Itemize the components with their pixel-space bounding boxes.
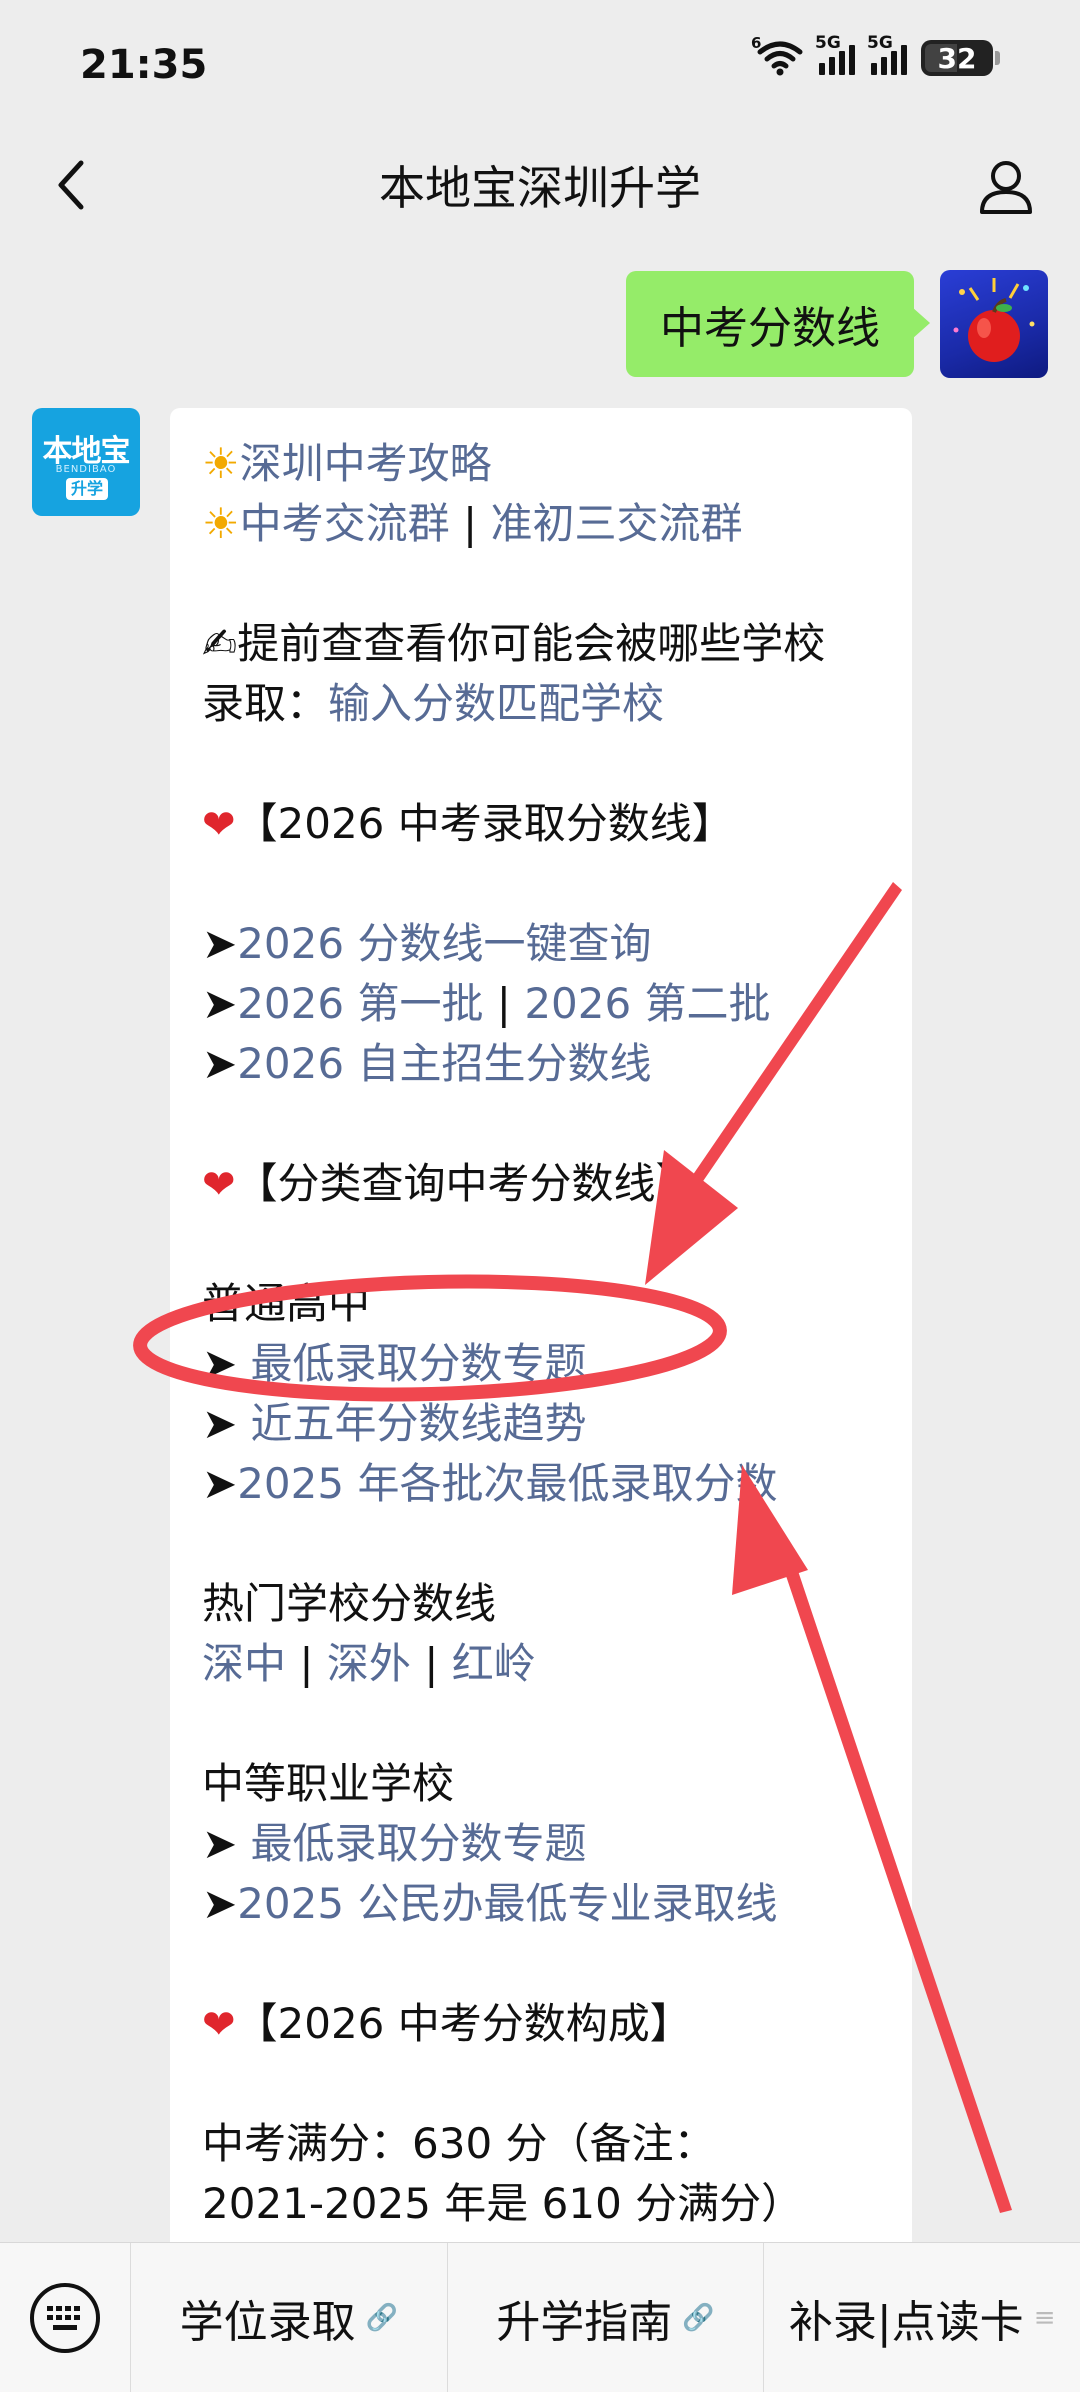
full-score-text: 中考满分：630 分（备注： [202,2119,716,2168]
link-exchange-group[interactable]: 中考交流群 [240,499,450,548]
status-icons: 6 5G 5G 32 [751,33,1000,76]
heart-icon: ❤ [202,1162,236,1208]
incoming-message-bubble: ☀深圳中考攻略 ☀中考交流群 | 准初三交流群 ✍提前查查看你可能会被哪些学校 … [170,408,912,2308]
link-school-shenwai[interactable]: 深外 [327,1639,411,1688]
check-text-prefix: 录取： [202,679,329,728]
apple-icon [953,278,1035,362]
separator: | [449,499,491,548]
separator: | [286,1639,327,1688]
separator: | [410,1639,452,1688]
link-min-score-topic[interactable]: 最低录取分数专题 [251,1339,587,1388]
arrow-icon: ➤ [202,1399,251,1448]
signal-icon: 5G [815,33,855,75]
keyboard-toggle-button[interactable] [0,2243,130,2392]
link-self-enrollment[interactable]: 2026 自主招生分数线 [237,1039,651,1088]
sun-icon: ☀ [202,439,240,488]
network-label: 5G [815,33,841,53]
link-school-shenzhong[interactable]: 深中 [202,1639,286,1688]
link-first-batch[interactable]: 2026 第一批 [237,979,483,1028]
link-school-hongling[interactable]: 红岭 [452,1639,536,1688]
arrow-icon: ➤ [202,919,238,968]
arrow-icon: ➤ [202,1339,251,1388]
category-heading: 中等职业学校 [202,1759,455,1808]
wifi-label: 6 [751,34,762,52]
outgoing-message-bubble[interactable]: 中考分数线 [626,271,930,377]
link-voc-2025-line[interactable]: 2025 公民办最低专业录取线 [237,1879,777,1928]
arrow-icon: ➤ [202,1039,238,1088]
menu-item-guide[interactable]: 升学指南 🔗 [446,2242,764,2392]
brand-logo-pill: 升学 [66,478,108,500]
link-zhongkao-guide[interactable]: 深圳中考攻略 [240,439,492,488]
sun-icon: ☀ [202,499,240,548]
menu-item-supplement[interactable]: 补录|点读卡 ≡ [763,2242,1080,2392]
battery-level: 32 [937,41,977,75]
outgoing-message-row: 中考分数线 [626,270,1048,378]
person-icon [980,161,1032,214]
heart-icon: ❤ [202,802,236,848]
arrow-icon: ➤ [202,1879,238,1928]
arrow-icon: ➤ [202,1459,238,1508]
wifi-icon: 6 [751,34,803,76]
full-score-text: 2021-2025 年是 610 分满分） [202,2179,804,2228]
link-2025-batch-min[interactable]: 2025 年各批次最低录取分数 [237,1459,777,1508]
status-time: 21:35 [80,42,208,88]
link-icon: 🔗 [682,2302,715,2333]
check-text: 提前查查看你可能会被哪些学校 [237,619,826,668]
brand-logo-subtext: BENDIBAO [55,464,117,475]
link-second-batch[interactable]: 2026 第二批 [524,979,770,1028]
battery-icon: 32 [921,40,1000,76]
keyboard-icon [30,2282,100,2353]
menu-item-label: 升学指南 [496,2296,673,2348]
bottom-menu-bar: 学位录取 🔗 升学指南 🔗 补录|点读卡 ≡ [0,2242,1080,2392]
status-bar: 21:35 6 5G 5G 32 [0,0,1080,130]
link-icon: 🔗 [365,2302,399,2333]
link-score-match[interactable]: 输入分数匹配学校 [328,679,664,728]
signal-icon: 5G [867,33,907,75]
heart-icon: ❤ [202,2002,236,2048]
section-heading: 【分类查询中考分数线】 [235,1159,698,1208]
title-bar: 本地宝深圳升学 [0,130,1080,240]
arrow-icon: ➤ [202,1819,251,1868]
link-grade9-group[interactable]: 准初三交流群 [491,499,743,548]
menu-item-admission[interactable]: 学位录取 🔗 [130,2242,447,2392]
brand-avatar[interactable]: 本地宝 BENDIBAO 升学 [32,408,140,516]
arrow-icon: ➤ [202,979,238,1028]
menu-lines-icon: ≡ [1033,2302,1056,2333]
link-voc-min-score[interactable]: 最低录取分数专题 [251,1819,587,1868]
writing-hand-icon: ✍ [202,619,238,668]
separator: | [483,979,525,1028]
category-heading: 普通高中 [202,1279,371,1328]
page-title: 本地宝深圳升学 [379,161,701,215]
menu-item-label: 补录|点读卡 [788,2296,1024,2348]
section-heading: 【2026 中考分数构成】 [235,1999,692,2048]
section-heading: 【2026 中考录取分数线】 [235,799,734,848]
menu-item-label: 学位录取 [179,2296,356,2348]
profile-button[interactable] [968,148,1044,224]
link-five-year-trend[interactable]: 近五年分数线趋势 [251,1399,587,1448]
user-avatar[interactable] [940,270,1048,378]
link-score-query[interactable]: 2026 分数线一键查询 [237,919,651,968]
category-heading: 热门学校分数线 [202,1579,497,1628]
network-label: 5G [867,33,893,53]
